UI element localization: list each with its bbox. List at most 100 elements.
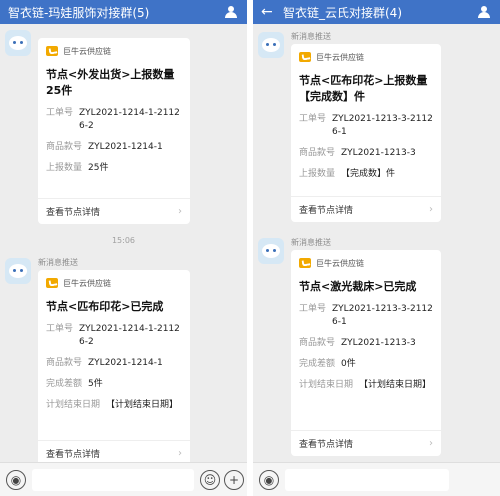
notification-card[interactable]: 巨牛云供应链 节点<外发出货>上报数量25件 工单号 ZYL2021-1214-1… [38,38,190,224]
field-value: ZYL2021-1213-3-21126-1 [332,114,433,137]
field-label: 工单号 [299,114,327,124]
detail-label: 查看节点详情 [46,208,101,218]
card-title: 节点<匹布印花>已完成 [46,300,164,313]
notification-card[interactable]: 巨牛云供应链 节点<激光裁床>已完成 工单号 ZYL2021-1213-3-211… [291,250,441,456]
right-chat-panel: ← 智衣链_云氏对接群(4) 新消息推送 巨牛云供应链 节点<匹布印花>上报数量… [253,0,500,496]
sender-name: 新消息推送 [291,238,331,247]
field-label: 商品款号 [299,338,336,348]
field-row: 完成差额 0件 [299,358,433,371]
field-label: 上报数量 [299,169,336,179]
field-value: ZYL2021-1213-3-21126-1 [332,304,433,327]
field-value: 25件 [88,163,109,173]
detail-label: 查看节点详情 [299,440,354,450]
right-header: ← 智衣链_云氏对接群(4) [253,0,500,24]
field-label: 商品款号 [299,148,336,158]
field-row: 完成差额 5件 [46,378,182,391]
field-label: 工单号 [299,304,327,314]
bot-avatar[interactable] [258,238,284,264]
brand-logo-icon [299,258,311,268]
field-value: ZYL2021-1213-3 [341,148,416,158]
brand-name: 巨牛云供应链 [63,278,111,288]
card-brand: 巨牛云供应链 [46,43,190,59]
right-chat-title: 智衣链_云氏对接群(4) [283,5,402,20]
field-row: 商品款号 ZYL2021-1213-3 [299,337,433,350]
card-title: 节点<外发出货>上报数量25件 [46,68,175,97]
message-item: 新消息推送 巨牛云供应链 节点<激光裁床>已完成 工单号 ZYL2021-1213… [253,234,500,474]
timestamp: 15:06 [111,236,136,245]
plus-icon[interactable]: + [224,470,244,490]
right-input-bar: ◉ [253,462,500,496]
field-value: ZYL2021-1213-3 [341,338,416,348]
field-label: 计划结束日期 [46,400,101,410]
field-row: 工单号 ZYL2021-1213-3-21126-1 [299,113,433,139]
back-arrow-icon[interactable]: ← [261,4,275,20]
field-label: 完成差额 [299,359,336,369]
card-title: 节点<匹布印花>上报数量【完成数】件 [299,74,428,103]
field-row: 商品款号 ZYL2021-1213-3 [299,147,433,160]
group-members-icon[interactable] [478,6,492,18]
field-row: 商品款号 ZYL2021-1214-1 [46,357,182,370]
card-brand: 巨牛云供应链 [299,255,441,271]
left-header: 智衣链-玛娃服饰对接群(5) [0,0,247,24]
left-chat-panel: 智衣链-玛娃服饰对接群(5) 巨牛云供应链 节点<外发出货>上报数量25件 工单… [0,0,247,496]
right-message-list[interactable]: 新消息推送 巨牛云供应链 节点<匹布印花>上报数量【完成数】件 工单号 ZYL20… [253,24,500,462]
field-row: 工单号 ZYL2021-1213-3-21126-1 [299,303,433,329]
field-value: ZYL2021-1214-1 [88,358,163,368]
brand-name: 巨牛云供应链 [316,258,364,268]
field-label: 工单号 [46,108,74,118]
notification-card[interactable]: 巨牛云供应链 节点<匹布印花>已完成 工单号 ZYL2021-1214-1-211… [38,270,190,466]
field-label: 计划结束日期 [299,380,354,390]
left-message-list[interactable]: 巨牛云供应链 节点<外发出货>上报数量25件 工单号 ZYL2021-1214-1… [0,24,247,466]
chevron-right-icon: › [178,448,182,459]
field-value: 【计划结束日期】 [106,400,179,410]
field-value: ZYL2021-1214-1 [88,142,163,152]
message-item: 新消息推送 巨牛云供应链 节点<匹布印花>已完成 工单号 ZYL2021-1214… [0,250,247,470]
voice-icon[interactable]: ◉ [6,470,26,490]
field-label: 商品款号 [46,358,83,368]
message-item: 巨牛云供应链 节点<外发出货>上报数量25件 工单号 ZYL2021-1214-1… [0,24,247,234]
brand-name: 巨牛云供应链 [63,46,111,56]
field-row: 工单号 ZYL2021-1214-1-21126-2 [46,107,182,133]
field-value: 0件 [341,359,356,369]
field-label: 完成差额 [46,379,83,389]
field-row: 工单号 ZYL2021-1214-1-21126-2 [46,323,182,349]
brand-logo-icon [46,46,58,56]
brand-logo-icon [46,278,58,288]
message-item: 新消息推送 巨牛云供应链 节点<匹布印花>上报数量【完成数】件 工单号 ZYL20… [253,24,500,234]
sender-name: 新消息推送 [38,258,78,267]
view-node-detail-link[interactable]: 查看节点详情 › [291,430,441,456]
chevron-right-icon: › [178,206,182,217]
group-members-icon[interactable] [225,6,239,18]
left-input-bar: ◉ ☺ + [0,462,247,496]
field-label: 工单号 [46,324,74,334]
voice-icon[interactable]: ◉ [259,470,279,490]
field-row: 上报数量 【完成数】件 [299,168,433,181]
message-input[interactable] [32,469,194,491]
bot-avatar[interactable] [258,32,284,58]
chevron-right-icon: › [429,438,433,449]
field-value: ZYL2021-1214-1-21126-2 [79,108,180,131]
left-chat-title: 智衣链-玛娃服饰对接群(5) [8,5,150,20]
card-brand: 巨牛云供应链 [46,275,190,291]
bot-avatar[interactable] [5,258,31,284]
brand-logo-icon [299,52,311,62]
view-node-detail-link[interactable]: 查看节点详情 › [38,198,190,224]
field-label: 商品款号 [46,142,83,152]
view-node-detail-link[interactable]: 查看节点详情 › [291,196,441,222]
emoji-icon[interactable]: ☺ [200,470,220,490]
field-row: 计划结束日期 【计划结束日期】 [46,399,182,412]
detail-label: 查看节点详情 [46,450,101,460]
field-row: 商品款号 ZYL2021-1214-1 [46,141,182,154]
field-row: 计划结束日期 【计划结束日期】 [299,379,433,392]
chevron-right-icon: › [429,204,433,215]
field-label: 上报数量 [46,163,83,173]
message-input[interactable] [285,469,449,491]
field-row: 上报数量 25件 [46,162,182,175]
notification-card[interactable]: 巨牛云供应链 节点<匹布印花>上报数量【完成数】件 工单号 ZYL2021-121… [291,44,441,222]
card-title: 节点<激光裁床>已完成 [299,280,417,293]
brand-name: 巨牛云供应链 [316,52,364,62]
bot-avatar[interactable] [5,30,31,56]
field-value: 5件 [88,379,103,389]
card-brand: 巨牛云供应链 [299,49,441,65]
field-value: 【计划结束日期】 [359,380,432,390]
